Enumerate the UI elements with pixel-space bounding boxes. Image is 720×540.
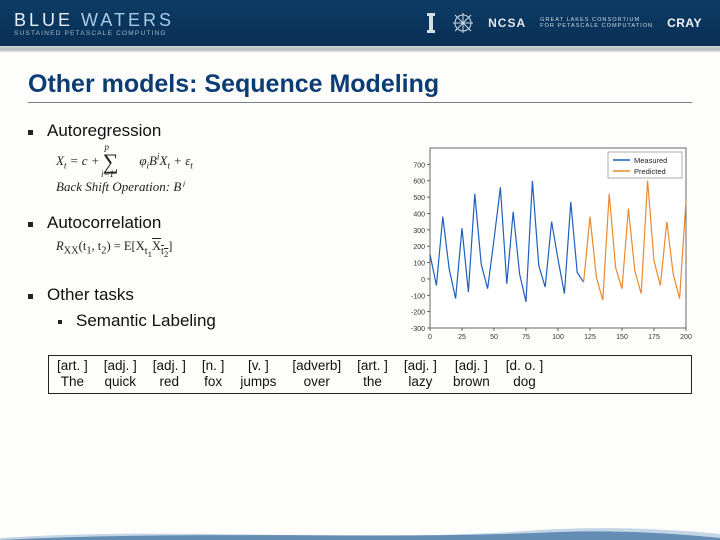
pos-tag: [adj. ]	[396, 356, 445, 374]
logo-subtitle: SUSTAINED PETASCALE COMPUTING	[14, 30, 174, 37]
svg-text:300: 300	[413, 228, 425, 235]
slide-title: Other models: Sequence Modeling	[28, 70, 692, 103]
bullet-icon	[28, 294, 33, 299]
cray-label: CRAY	[667, 16, 702, 30]
logo-word-1: BLUE	[14, 10, 73, 30]
word: the	[349, 374, 396, 393]
pos-tag: [art. ]	[349, 356, 396, 374]
ncsa-label: NCSA	[488, 16, 526, 30]
svg-text:0: 0	[428, 334, 432, 341]
bullet-text: Autoregression	[47, 121, 161, 141]
logo-word-2: WATERS	[81, 10, 174, 30]
word: lazy	[396, 374, 445, 393]
bullet-semantic-labeling: Semantic Labeling	[58, 311, 348, 331]
svg-text:25: 25	[458, 334, 466, 341]
formula-autocorrelation: RXX(t1, t2) = E[Xt1Xt2]	[56, 239, 348, 259]
pos-tag: [adj. ]	[145, 356, 194, 374]
svg-text:Predicted: Predicted	[634, 167, 666, 176]
backshift-text: Back Shift Operation:	[56, 179, 173, 194]
svg-text:125: 125	[584, 334, 596, 341]
logo: BLUE WATERS SUSTAINED PETASCALE COMPUTIN…	[14, 10, 174, 37]
svg-text:100: 100	[413, 261, 425, 268]
bullet-other-tasks: Other tasks	[28, 285, 348, 305]
left-column: Autoregression Xt = c + ∑pi=1 φiBiXt + ε…	[28, 121, 348, 331]
svg-text:100: 100	[552, 334, 564, 341]
table-row: [art. ] [adj. ] [adj. ] [n. ] [v. ] [adv…	[49, 356, 551, 374]
word: red	[145, 374, 194, 393]
bullet-icon	[28, 222, 33, 227]
svg-text:200: 200	[413, 244, 425, 251]
formula-autoregression: Xt = c + ∑pi=1 φiBiXt + εt	[56, 149, 348, 175]
glc-line2: FOR PETASCALE COMPUTATION	[540, 23, 653, 29]
svg-text:175: 175	[648, 334, 660, 341]
bullet-autocorrelation: Autocorrelation	[28, 213, 348, 233]
top-header: BLUE WATERS SUSTAINED PETASCALE COMPUTIN…	[0, 0, 720, 46]
svg-text:150: 150	[616, 334, 628, 341]
bullet-autoregression: Autoregression	[28, 121, 348, 141]
word: dog	[498, 374, 552, 393]
sequence-chart: -300 -200 -100 0 100 200 300 400 500 600 700 0 25 50 7…	[398, 140, 694, 350]
word: over	[284, 374, 349, 393]
svg-text:-200: -200	[411, 310, 425, 317]
bullet-icon	[58, 320, 62, 324]
semantic-label-table: [art. ] [adj. ] [adj. ] [n. ] [v. ] [adv…	[48, 355, 692, 394]
pos-tag: [d. o. ]	[498, 356, 552, 374]
formula-backshift-label: Back Shift Operation: Bⁱ	[56, 179, 348, 195]
bullet-text: Autocorrelation	[47, 213, 161, 233]
svg-text:700: 700	[413, 162, 425, 169]
svg-text:50: 50	[490, 334, 498, 341]
word: quick	[96, 374, 145, 393]
svg-text:-300: -300	[411, 326, 425, 333]
word: brown	[445, 374, 498, 393]
bullet-icon	[28, 130, 33, 135]
pos-tag: [art. ]	[49, 356, 96, 374]
logo-main: BLUE WATERS	[14, 10, 174, 31]
pos-tag: [v. ]	[232, 356, 284, 374]
pos-tag: [adverb]	[284, 356, 349, 374]
bullet-text: Other tasks	[47, 285, 134, 305]
svg-text:400: 400	[413, 211, 425, 218]
word: The	[49, 374, 96, 393]
table-row: The quick red fox jumps over the lazy br…	[49, 374, 551, 393]
backshift-symbol: Bⁱ	[173, 179, 183, 194]
svg-text:200: 200	[680, 334, 692, 341]
bullet-text: Semantic Labeling	[76, 311, 216, 331]
svg-text:0: 0	[421, 277, 425, 284]
pos-tag: [n. ]	[194, 356, 233, 374]
word: jumps	[232, 374, 284, 393]
svg-text:500: 500	[413, 195, 425, 202]
footer-wave-icon	[0, 524, 720, 540]
illinois-icon	[424, 13, 438, 33]
header-right: NCSA GREAT LAKES CONSORTIUM FOR PETASCAL…	[424, 12, 706, 34]
svg-text:600: 600	[413, 179, 425, 186]
word: fox	[194, 374, 233, 393]
pos-tag: [adj. ]	[445, 356, 498, 374]
glc-label: GREAT LAKES CONSORTIUM FOR PETASCALE COM…	[540, 17, 653, 30]
svg-text:-100: -100	[411, 293, 425, 300]
svg-text:75: 75	[522, 334, 530, 341]
pos-tag: [adj. ]	[96, 356, 145, 374]
nsf-icon	[452, 12, 474, 34]
svg-text:Measured: Measured	[634, 156, 667, 165]
